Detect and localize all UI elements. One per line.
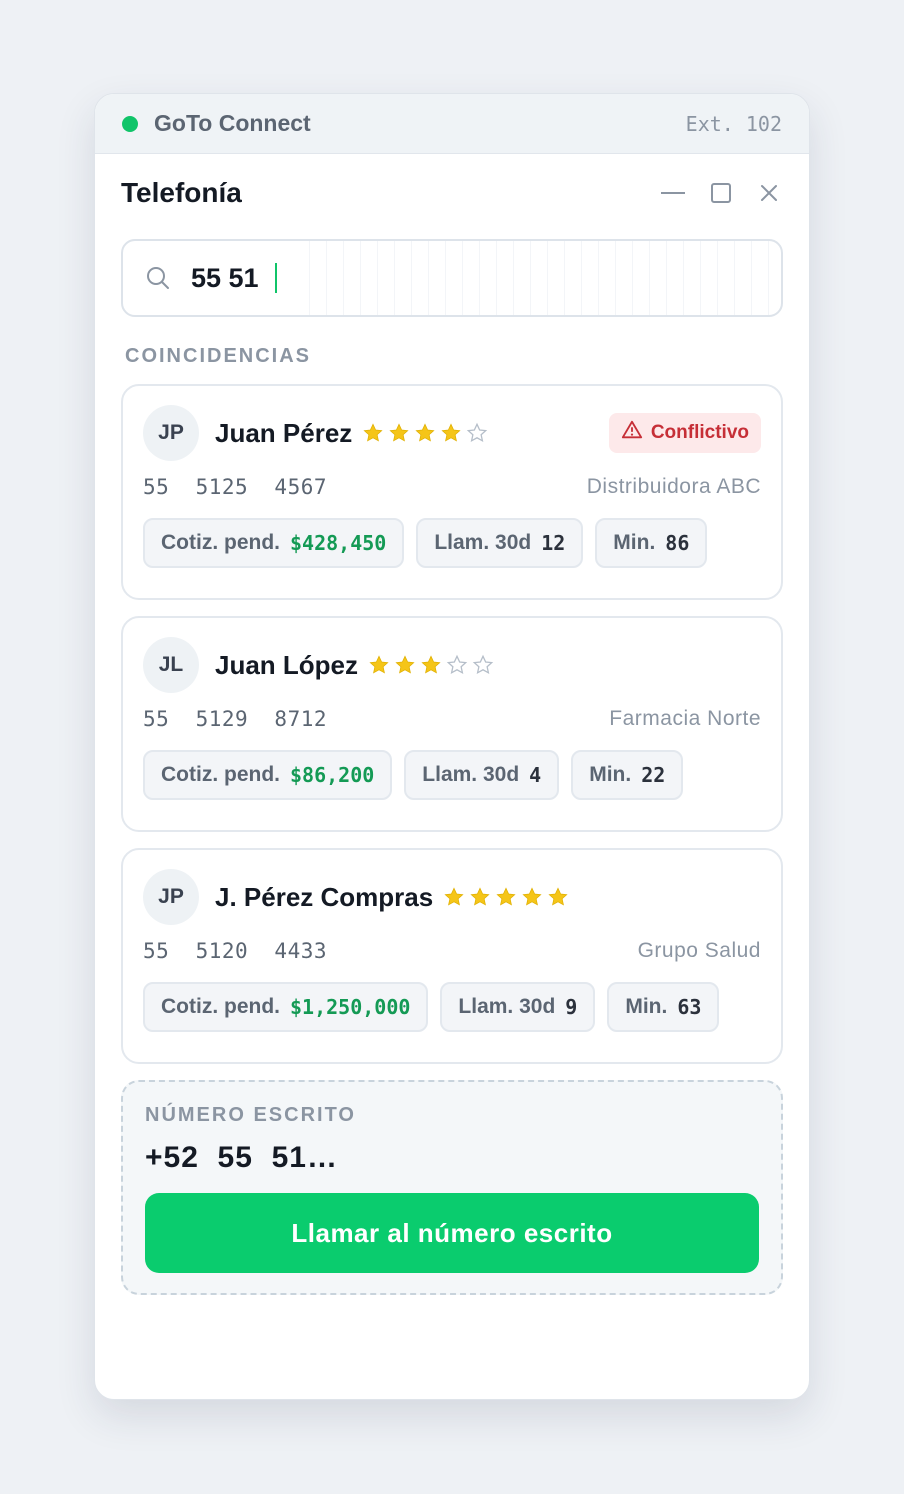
star-filled-icon — [440, 422, 462, 444]
warning-icon — [621, 419, 651, 447]
star-filled-icon — [443, 886, 465, 908]
search-input[interactable] — [191, 262, 271, 294]
stat-chip-value: 12 — [541, 531, 566, 555]
stat-chip-label: Llam. 30d — [434, 531, 532, 554]
contact-phone: 55 5125 4567 — [143, 475, 328, 499]
star-filled-icon — [388, 422, 410, 444]
stat-chip-label: Llam. 30d — [422, 763, 520, 786]
stat-chip-value: $86,200 — [290, 763, 375, 787]
app-name: GoTo Connect — [154, 110, 311, 136]
contact-name: Juan Pérez — [215, 417, 353, 448]
text-caret — [275, 263, 277, 293]
panel-header: Telefonía — [95, 154, 809, 232]
contact-phone: 55 5129 8712 — [143, 707, 328, 731]
stat-chip-value: $428,450 — [290, 531, 387, 555]
stat-chip-label: Cotiz. pend. — [161, 531, 280, 554]
stat-chip: Llam. 30d 9 — [440, 982, 596, 1032]
conflict-badge-label: Conflictivo — [650, 422, 749, 443]
star-filled-icon — [547, 886, 569, 908]
online-status-dot — [122, 115, 138, 132]
star-filled-icon — [362, 422, 384, 444]
avatar: JP — [143, 869, 199, 925]
contact-card[interactable]: JP Juan Pérez Conflictivo 55 5125 4567 D… — [121, 384, 783, 600]
avatar: JL — [143, 637, 199, 693]
stat-chip-value: $1,250,000 — [290, 995, 411, 1019]
contact-card[interactable]: JP J. Pérez Compras 55 5120 4433 Grupo S… — [121, 848, 783, 1064]
star-filled-icon — [521, 886, 543, 908]
search-icon — [147, 267, 169, 289]
typed-number-label: NÚMERO ESCRITO — [145, 1104, 356, 1126]
avatar: JP — [143, 405, 199, 461]
star-filled-icon — [495, 886, 517, 908]
call-typed-number-button[interactable]: Llamar al número escrito — [145, 1193, 759, 1273]
star-empty-icon — [472, 654, 494, 676]
stat-chip: Cotiz. pend. $86,200 — [143, 750, 393, 800]
contact-company: Grupo Salud — [637, 939, 761, 962]
stat-chip: Cotiz. pend. $428,450 — [143, 518, 405, 568]
contact-phone: 55 5120 4433 — [143, 939, 328, 963]
star-filled-icon — [394, 654, 416, 676]
contact-name: Juan López — [215, 649, 359, 680]
stat-chips: Cotiz. pend. $428,450 Llam. 30d 12 Min. … — [143, 518, 761, 580]
close-icon[interactable] — [755, 179, 783, 207]
stat-chip-value: 22 — [641, 763, 666, 787]
search-box[interactable] — [121, 239, 783, 317]
stat-chip-value: 4 — [529, 763, 542, 787]
stat-chip-value: 86 — [665, 531, 690, 555]
star-empty-icon — [466, 422, 488, 444]
stat-chip: Min. 22 — [571, 750, 684, 800]
stat-chip-value: 63 — [677, 995, 702, 1019]
contact-name: J. Pérez Compras — [215, 881, 434, 912]
stat-chip-label: Min. — [613, 531, 656, 554]
star-filled-icon — [368, 654, 390, 676]
stat-chip: Llam. 30d 12 — [416, 518, 584, 568]
title-bar: GoTo Connect Ext. 102 — [95, 94, 809, 154]
phone-widget-window: GoTo Connect Ext. 102 Telefonía COINCIDE… — [94, 93, 810, 1400]
stat-chip-label: Cotiz. pend. — [161, 995, 280, 1018]
contact-card[interactable]: JL Juan López 55 5129 8712 Farmacia Nort… — [121, 616, 783, 832]
stat-chip: Llam. 30d 4 — [404, 750, 560, 800]
stat-chip-label: Min. — [625, 995, 668, 1018]
star-filled-icon — [414, 422, 436, 444]
stat-chip: Cotiz. pend. $1,250,000 — [143, 982, 429, 1032]
stat-chip-label: Min. — [589, 763, 632, 786]
results-section-label: COINCIDENCIAS — [125, 345, 312, 367]
star-rating — [362, 422, 492, 444]
star-rating — [443, 886, 573, 908]
panel-title: Telefonía — [121, 177, 242, 208]
stat-chip: Min. 63 — [607, 982, 720, 1032]
star-empty-icon — [446, 654, 468, 676]
extension-label: Ext. 102 — [685, 111, 782, 136]
maximize-icon[interactable] — [707, 179, 735, 207]
stat-chip-value: 9 — [565, 995, 578, 1019]
typed-number-value: +52 55 51… — [145, 1141, 338, 1174]
stat-chips: Cotiz. pend. $1,250,000 Llam. 30d 9 Min.… — [143, 982, 761, 1044]
stat-chip-label: Cotiz. pend. — [161, 763, 280, 786]
conflict-badge: Conflictivo — [608, 413, 761, 453]
typed-number-panel: NÚMERO ESCRITO +52 55 51… Llamar al núme… — [121, 1080, 783, 1295]
stat-chips: Cotiz. pend. $86,200 Llam. 30d 4 Min. 22 — [143, 750, 761, 812]
contact-company: Distribuidora ABC — [586, 475, 761, 498]
contact-company: Farmacia Norte — [609, 707, 761, 730]
star-filled-icon — [469, 886, 491, 908]
star-rating — [368, 654, 498, 676]
results-list: JP Juan Pérez Conflictivo 55 5125 4567 D… — [121, 384, 783, 1064]
star-filled-icon — [420, 654, 442, 676]
minimize-icon[interactable] — [659, 179, 687, 207]
stat-chip: Min. 86 — [595, 518, 708, 568]
stat-chip-label: Llam. 30d — [458, 995, 556, 1018]
